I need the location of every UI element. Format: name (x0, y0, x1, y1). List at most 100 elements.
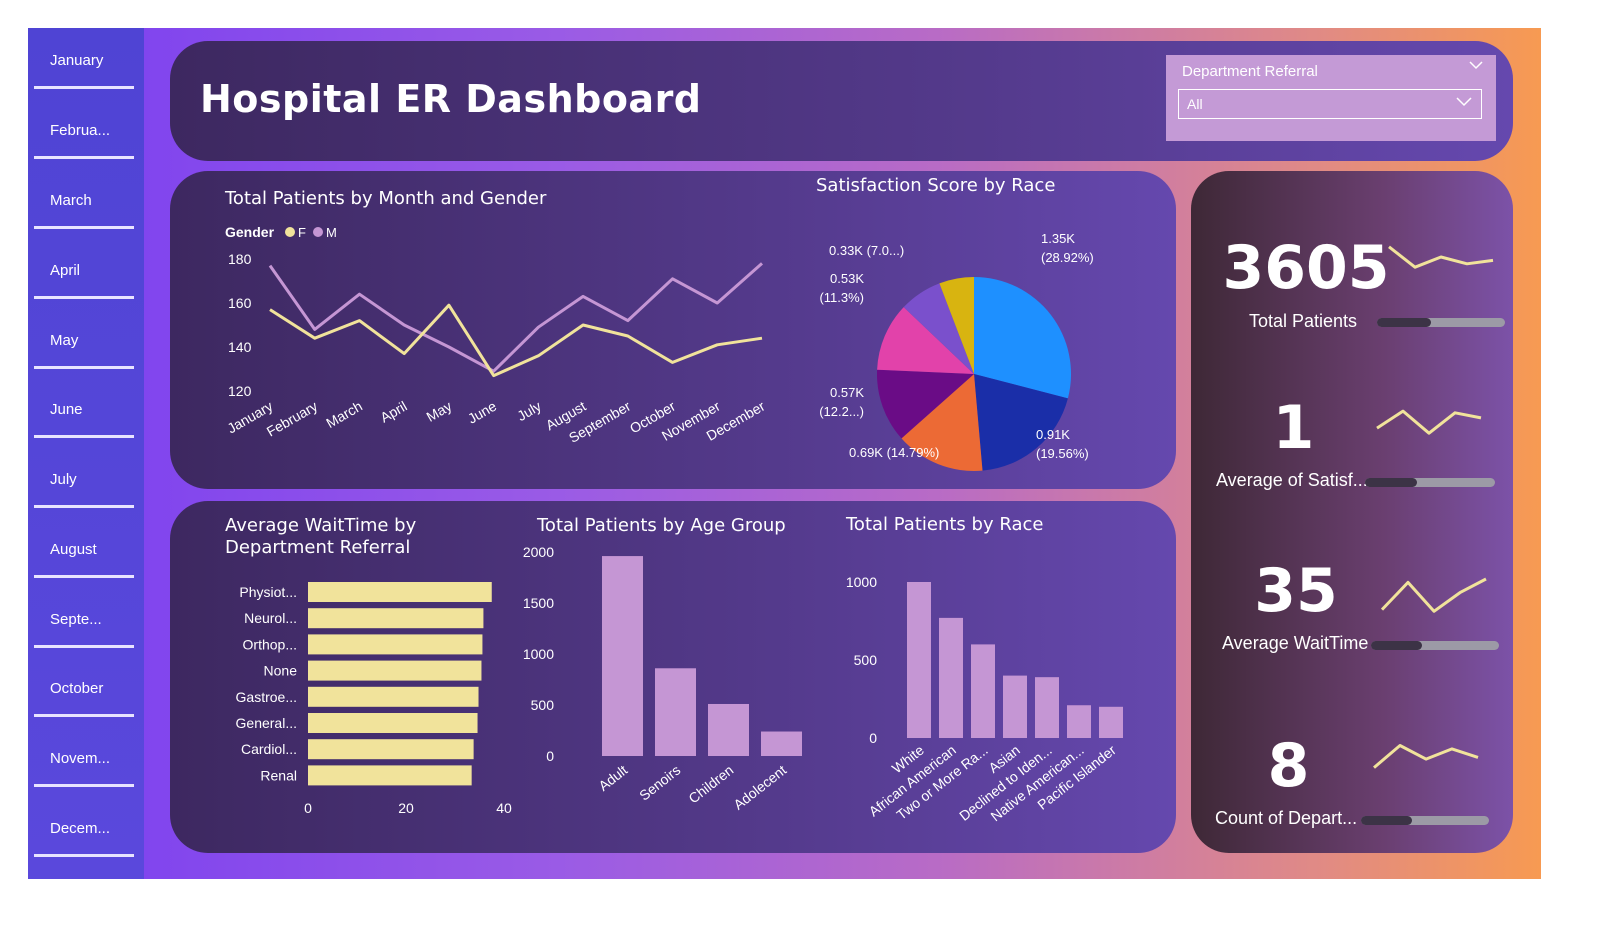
month-button-july[interactable]: July (34, 471, 134, 508)
sparkline (1388, 245, 1494, 269)
category-label: General... (236, 715, 297, 731)
x-tick-label: April (377, 398, 409, 426)
y-tick-label: 140 (228, 339, 252, 355)
bar (708, 703, 749, 756)
bar (761, 731, 802, 756)
legend-marker (285, 227, 295, 237)
legend-marker (313, 227, 323, 237)
month-label: March (50, 192, 92, 209)
x-tick-label: Adult (595, 762, 630, 794)
sparkline (1376, 409, 1482, 435)
y-tick-label: 1000 (846, 574, 877, 590)
kpi-sparkline (1376, 409, 1482, 435)
chevron-down-icon (1455, 92, 1473, 115)
bar (1035, 677, 1059, 738)
kpi-progress-fill (1361, 816, 1413, 825)
y-tick-label: 160 (228, 295, 252, 311)
line-chart-title: Total Patients by Month and Gender (225, 188, 547, 209)
kpi-panel: 3605 Total Patients 1 Average of Satisf.… (1191, 171, 1513, 853)
month-button-october[interactable]: October (34, 680, 134, 717)
month-button-june[interactable]: June (34, 401, 134, 438)
y-tick-label: 180 (228, 251, 252, 267)
month-label: Februa... (50, 122, 111, 139)
category-label: Neurol... (244, 610, 297, 626)
kpi-progress-fill (1377, 318, 1431, 327)
month-label: May (50, 332, 79, 349)
category-label: Gastroe... (236, 689, 297, 705)
wait-chart-title-line1: Average WaitTime by (225, 515, 417, 536)
kpi-waittime-label: Average WaitTime (1222, 633, 1369, 653)
wait-chart-title: Average WaitTime by Department Referral (225, 515, 416, 559)
bar (1067, 705, 1091, 738)
kpi-progress-bar (1371, 641, 1499, 650)
kpi-sparkline (1380, 577, 1487, 613)
kpi-sparkline (1388, 245, 1494, 269)
y-tick-label: 500 (854, 652, 878, 668)
bar (308, 660, 482, 681)
pie-data-label: 1.35K (28.92%) (1041, 231, 1094, 265)
month-button-december[interactable]: Decem... (34, 820, 134, 857)
bar (308, 765, 472, 786)
top-charts-panel: Total Patients by Month and Gender Satis… (170, 171, 1176, 489)
month-label: April (50, 262, 81, 279)
kpi-progress-bar (1377, 318, 1505, 327)
bar (308, 634, 483, 655)
dashboard-frame: January Februa... March April May June J… (28, 28, 1541, 879)
x-tick-label: March (323, 398, 365, 431)
series-line-F (269, 303, 763, 378)
month-button-august[interactable]: August (34, 541, 134, 578)
bar (602, 556, 643, 756)
bar (1003, 675, 1027, 738)
y-tick-label: 0 (869, 730, 877, 746)
legend-label: M (326, 225, 337, 240)
y-tick-label: 2000 (523, 544, 554, 560)
bar (939, 617, 963, 738)
kpi-satisfaction-value: 1 (1272, 393, 1315, 463)
month-button-march[interactable]: March (34, 192, 134, 229)
x-tick-label: February (264, 398, 321, 440)
month-button-february[interactable]: Februa... (34, 122, 134, 159)
category-label: Physiot... (239, 584, 297, 600)
month-label: October (50, 680, 104, 697)
pie-data-label: 0.53K (11.3%) (819, 271, 864, 305)
bar (1099, 706, 1123, 738)
x-tick-label: Children (685, 762, 736, 807)
department-referral-slicer[interactable]: Department Referral All (1166, 55, 1496, 141)
age-chart-title: Total Patients by Age Group (537, 515, 786, 536)
x-tick-label: May (424, 398, 455, 425)
bar (907, 582, 931, 738)
category-label: Orthop... (243, 636, 297, 652)
month-label: August (50, 541, 97, 558)
month-label: Novem... (50, 750, 111, 767)
x-tick-label: July (514, 398, 544, 424)
pie-chart-title: Satisfaction Score by Race (816, 175, 1056, 196)
kpi-departments-label: Count of Depart... (1215, 808, 1358, 828)
slicer-dropdown[interactable]: All (1178, 89, 1482, 119)
month-button-april[interactable]: April (34, 262, 134, 299)
month-button-may[interactable]: May (34, 332, 134, 369)
y-tick-label: 1500 (523, 595, 554, 611)
x-tick-label: 40 (496, 800, 512, 816)
pie-chart: 1.35K (28.92%) 0.91K (19.56%) 0.69K (14.79%)… (819, 231, 1094, 471)
kpi-progress-fill (1371, 641, 1423, 650)
bar (308, 686, 479, 707)
chevron-down-icon[interactable] (1468, 57, 1484, 78)
wait-time-bar-chart: Physiot... Neurol... Orthop... None Gastroe.… (236, 582, 512, 816)
month-label: Septe... (50, 611, 102, 628)
month-button-november[interactable]: Novem... (34, 750, 134, 787)
bar (971, 644, 995, 738)
month-button-september[interactable]: Septe... (34, 611, 134, 648)
kpi-total-patients-label: Total Patients (1249, 311, 1358, 331)
y-tick-label: 500 (531, 697, 555, 713)
x-tick-label: 0 (304, 800, 312, 816)
month-label: Decem... (50, 820, 111, 837)
category-label: Cardiol... (241, 741, 297, 757)
month-button-january[interactable]: January (34, 52, 134, 89)
x-tick-label: Adolecent (730, 762, 789, 813)
pie-data-label: 0.91K (19.56%) (1036, 427, 1089, 461)
header-panel: Hospital ER Dashboard Department Referra… (170, 41, 1513, 161)
slicer-selected-value: All (1187, 96, 1203, 112)
kpi-total-patients-value: 3605 (1222, 233, 1390, 303)
legend-title: Gender (225, 224, 275, 240)
bottom-charts-panel: Average WaitTime by Department Referral … (170, 501, 1176, 853)
